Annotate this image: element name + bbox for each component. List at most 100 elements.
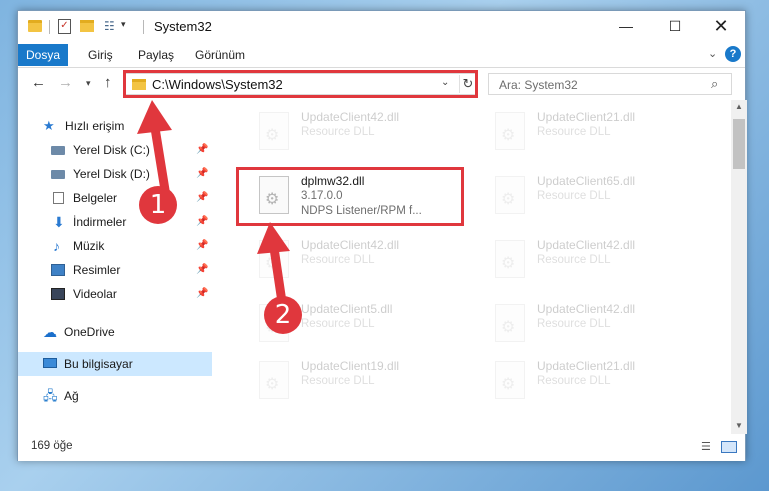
ribbon-tabs: Dosya Giriş Paylaş Görünüm ⌄ ? (18, 43, 745, 67)
file-description: Resource DLL (537, 318, 611, 330)
drive-icon (51, 146, 65, 155)
network-icon: 🖧 (43, 388, 58, 403)
properties-check-icon[interactable]: ✓ (58, 19, 71, 34)
maximize-button[interactable]: ☐ (652, 11, 698, 43)
divider (143, 20, 144, 34)
file-tile[interactable]: UpdateClient65.dll Resource DLL (489, 170, 719, 228)
step-marker-1: 1 (139, 186, 177, 224)
pin-icon[interactable]: 📌 (196, 138, 208, 162)
new-folder-icon[interactable] (80, 20, 94, 32)
sidebar-item-documents[interactable]: Belgeler 📌 (18, 186, 215, 210)
close-button[interactable]: ✕ (698, 11, 744, 43)
sidebar-item-label: OneDrive (64, 325, 115, 339)
expand-ribbon-chevron-icon[interactable]: ⌄ (708, 47, 717, 60)
file-tile[interactable]: UpdateClient19.dll Resource DLL (253, 355, 483, 413)
file-description: Resource DLL (537, 190, 611, 202)
dll-file-icon (495, 176, 525, 214)
item-count: 169 öğe (31, 440, 73, 452)
tab-share[interactable]: Paylaş (138, 44, 174, 66)
file-tile[interactable]: UpdateClient42.dll Resource DLL (489, 298, 719, 356)
downloads-icon: ⬇ (53, 214, 65, 230)
file-description: Resource DLL (537, 254, 611, 266)
file-name: UpdateClient21.dll (537, 359, 636, 373)
pin-icon[interactable]: 📌 (196, 162, 208, 186)
scroll-down-icon[interactable]: ▼ (735, 421, 743, 430)
file-name: UpdateClient65.dll (537, 174, 636, 188)
tab-view[interactable]: Görünüm (195, 44, 245, 66)
address-bar-highlight (123, 70, 478, 98)
file-name: UpdateClient42.dll (537, 302, 636, 316)
large-icons-view-icon[interactable] (721, 441, 737, 453)
step-marker-2: 2 (264, 296, 302, 334)
sidebar-item-onedrive[interactable]: ☁ OneDrive (18, 320, 215, 344)
file-highlight (236, 167, 464, 226)
tab-home[interactable]: Giriş (88, 44, 113, 66)
minimize-button[interactable]: — (603, 11, 649, 43)
pictures-icon (51, 264, 65, 276)
videos-icon (51, 288, 65, 300)
sidebar-item-label: Yerel Disk (D:) (73, 167, 150, 181)
sidebar-item-label: Belgeler (73, 191, 118, 205)
quick-access-properties-icon[interactable]: ☷ (104, 19, 118, 33)
sidebar-item-label: Yerel Disk (C:) (73, 143, 150, 157)
file-description: Resource DLL (537, 126, 611, 138)
onedrive-icon: ☁ (43, 324, 57, 340)
pin-icon[interactable]: 📌 (196, 282, 208, 306)
file-tile[interactable]: UpdateClient42.dll Resource DLL (489, 234, 719, 292)
sidebar-item-local-disk-d[interactable]: Yerel Disk (D:) 📌 (18, 162, 215, 186)
sidebar-item-downloads[interactable]: ⬇ İndirmeler 📌 (18, 210, 215, 234)
search-box[interactable]: Ara: System32 ⌕ (488, 73, 732, 95)
folder-icon (28, 20, 42, 32)
file-description: Resource DLL (537, 375, 611, 387)
up-arrow-icon[interactable]: ↑ (104, 74, 112, 91)
file-name: UpdateClient42.dll (301, 238, 400, 252)
search-input[interactable]: Ara: System32 (499, 78, 578, 92)
sidebar-item-videos[interactable]: Videolar 📌 (18, 282, 215, 306)
sidebar-item-label: Resimler (73, 263, 121, 277)
search-icon[interactable]: ⌕ (711, 76, 718, 92)
window-title: System32 (154, 19, 212, 34)
file-description: Resource DLL (301, 318, 375, 330)
sidebar-item-music[interactable]: ♪ Müzik 📌 (18, 234, 215, 258)
file-tile[interactable]: UpdateClient21.dll Resource DLL (489, 106, 719, 164)
dll-file-icon (495, 304, 525, 342)
customize-toolbar-chevron-icon[interactable]: ▾ (121, 19, 126, 30)
file-name: UpdateClient42.dll (301, 110, 400, 124)
sidebar-item-pictures[interactable]: Resimler 📌 (18, 258, 215, 282)
sidebar-item-label: İndirmeler (73, 215, 127, 229)
navigation-pane: ★ Hızlı erişim Yerel Disk (C:) 📌 Yerel D… (18, 100, 215, 434)
tab-file[interactable]: Dosya (18, 44, 68, 66)
sidebar-item-local-disk-c[interactable]: Yerel Disk (C:) 📌 (18, 138, 215, 162)
pin-icon[interactable]: 📌 (196, 186, 208, 210)
scroll-up-icon[interactable]: ▲ (735, 102, 743, 111)
dll-file-icon (259, 240, 289, 278)
status-bar: 169 öğe ☰ (18, 434, 745, 461)
sidebar-item-quick-access[interactable]: ★ Hızlı erişim (18, 114, 215, 138)
file-tile[interactable]: UpdateClient42.dll Resource DLL (253, 234, 483, 292)
documents-icon (53, 192, 64, 204)
dll-file-icon (495, 240, 525, 278)
scrollbar-thumb[interactable] (733, 119, 745, 169)
sidebar-item-label: Ağ (64, 389, 79, 403)
pin-icon[interactable]: 📌 (196, 234, 208, 258)
recent-locations-chevron-icon[interactable]: ▾ (86, 78, 91, 89)
drive-icon (51, 170, 65, 179)
back-arrow-icon[interactable]: ← (31, 74, 46, 91)
vertical-scrollbar[interactable]: ▲ ▼ (731, 100, 747, 434)
help-icon[interactable]: ? (725, 46, 741, 62)
pin-icon[interactable]: 📌 (196, 210, 208, 234)
file-name: UpdateClient5.dll (301, 302, 393, 316)
sidebar-item-network[interactable]: 🖧 Ağ (18, 384, 215, 408)
title-bar: ✓ ☷ ▾ System32 — ☐ ✕ (18, 11, 745, 43)
details-view-icon[interactable]: ☰ (701, 441, 717, 453)
file-description: Resource DLL (301, 126, 375, 138)
pin-icon[interactable]: 📌 (196, 258, 208, 282)
file-tile[interactable]: UpdateClient42.dll Resource DLL (253, 106, 483, 164)
file-description: Resource DLL (301, 254, 375, 266)
forward-arrow-icon[interactable]: → (58, 74, 73, 91)
sidebar-item-label: Bu bilgisayar (64, 357, 133, 371)
file-name: UpdateClient21.dll (537, 110, 636, 124)
file-tile[interactable]: UpdateClient21.dll Resource DLL (489, 355, 719, 413)
sidebar-item-this-pc[interactable]: Bu bilgisayar (18, 352, 212, 376)
file-name: UpdateClient19.dll (301, 359, 400, 373)
